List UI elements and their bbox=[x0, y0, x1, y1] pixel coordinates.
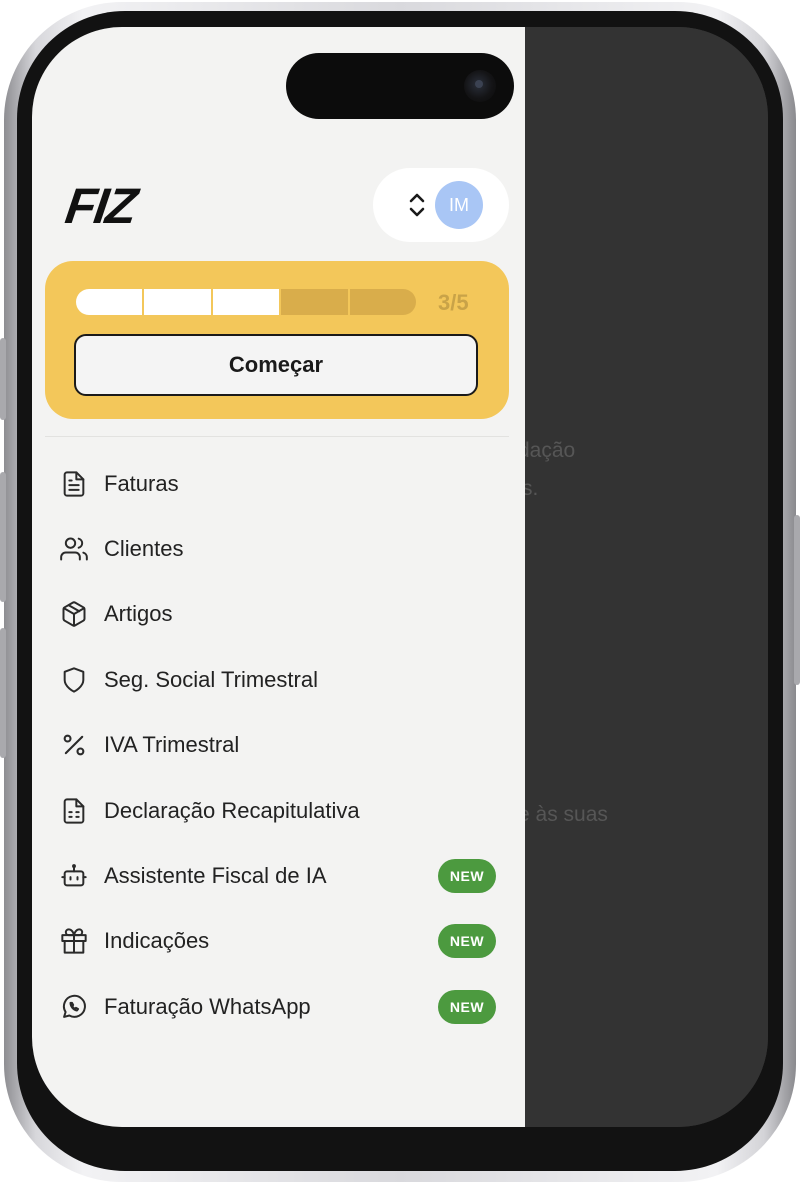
nav-item-faturas[interactable]: Faturas bbox=[32, 451, 525, 516]
nav-list: Faturas Clientes Artigos Seg. Social Tri… bbox=[32, 451, 525, 1040]
avatar: IM bbox=[435, 181, 483, 229]
progress-step-completed bbox=[142, 289, 211, 315]
progress-step-completed bbox=[210, 289, 280, 315]
new-badge: NEW bbox=[438, 924, 496, 959]
nav-item-faturacao-whatsapp[interactable]: Faturação WhatsApp NEW bbox=[32, 974, 525, 1039]
power-button bbox=[794, 515, 800, 685]
chevrons-up-down-icon bbox=[407, 190, 427, 220]
nav-item-label: Declaração Recapitulativa bbox=[104, 797, 360, 823]
progress-step-pending bbox=[347, 289, 416, 315]
users-icon bbox=[60, 535, 88, 563]
account-switcher[interactable]: IM bbox=[373, 168, 509, 242]
nav-item-label: IVA Trimestral bbox=[104, 732, 240, 758]
bot-icon bbox=[60, 862, 88, 890]
onboarding-progress-bar bbox=[76, 289, 416, 315]
nav-item-seg-social[interactable]: Seg. Social Trimestral bbox=[32, 647, 525, 712]
nav-item-iva[interactable]: IVA Trimestral bbox=[32, 713, 525, 778]
whatsapp-icon bbox=[60, 993, 88, 1021]
start-button[interactable]: Começar bbox=[74, 334, 478, 396]
nav-item-label: Clientes bbox=[104, 536, 184, 562]
progress-step-pending bbox=[279, 289, 348, 315]
nav-item-assistente-fiscal[interactable]: Assistente Fiscal de IA NEW bbox=[32, 843, 525, 908]
nav-item-label: Artigos bbox=[104, 601, 173, 627]
file-text-icon bbox=[60, 470, 88, 498]
gift-icon bbox=[60, 927, 88, 955]
volume-down-button bbox=[0, 628, 6, 758]
shield-icon bbox=[60, 666, 88, 694]
action-button bbox=[0, 338, 6, 420]
new-badge: NEW bbox=[438, 989, 496, 1024]
background-text-fragment: e às suas bbox=[518, 803, 608, 826]
nav-item-label: Seg. Social Trimestral bbox=[104, 666, 318, 692]
nav-item-label: Indicações bbox=[104, 928, 210, 954]
percent-icon bbox=[60, 731, 88, 759]
dynamic-island bbox=[286, 53, 514, 119]
nav-item-artigos[interactable]: Artigos bbox=[32, 582, 525, 647]
onboarding-card: 3/5 Começar bbox=[45, 261, 509, 419]
volume-up-button bbox=[0, 472, 6, 602]
background-text-fragment: dação bbox=[518, 439, 576, 462]
nav-item-clientes[interactable]: Clientes bbox=[32, 516, 525, 581]
nav-item-label: Assistente Fiscal de IA bbox=[104, 863, 327, 889]
phone-screen: dação s. e às suas FIZ IM 3/5 Começar Fa… bbox=[32, 27, 768, 1127]
progress-step-completed bbox=[76, 289, 143, 315]
navigation-drawer: FIZ IM 3/5 Começar Faturas Clientes Arti… bbox=[32, 27, 525, 1127]
file-spreadsheet-icon bbox=[60, 797, 88, 825]
new-badge: NEW bbox=[438, 859, 496, 894]
progress-count: 3/5 bbox=[438, 290, 469, 315]
nav-item-indicacoes[interactable]: Indicações NEW bbox=[32, 909, 525, 974]
nav-item-declaracao[interactable]: Declaração Recapitulativa bbox=[32, 778, 525, 843]
fiz-logo: FIZ bbox=[62, 178, 139, 234]
box-icon bbox=[60, 600, 88, 628]
nav-item-label: Faturas bbox=[104, 470, 179, 496]
front-camera bbox=[464, 70, 496, 102]
nav-item-label: Faturação WhatsApp bbox=[104, 993, 311, 1019]
divider bbox=[45, 436, 509, 437]
